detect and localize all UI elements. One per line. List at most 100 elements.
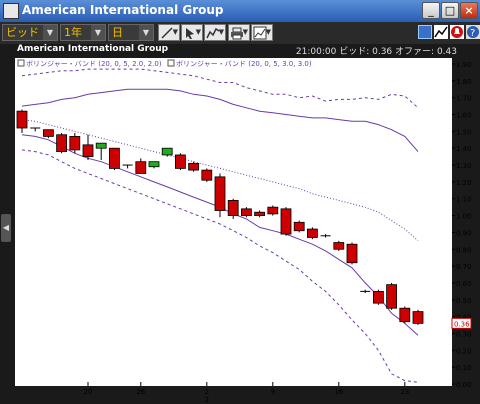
period-value: 1年 <box>64 26 82 39</box>
y-tick-label: 1.00 <box>456 213 472 221</box>
candle-body <box>306 228 318 238</box>
print-button[interactable]: ▼ <box>228 24 250 41</box>
window-titlebar: American International Group _ □ × <box>0 0 480 22</box>
price-tag-label: 0.36 <box>454 320 470 328</box>
candle-body <box>254 211 266 216</box>
period-dropdown[interactable]: 1年 ▼ <box>60 24 106 41</box>
chart-style-button[interactable]: ▼ <box>251 24 273 41</box>
chevron-down-icon: ▼ <box>265 28 271 36</box>
bid-label: ビッド <box>339 47 367 57</box>
chevron-down-icon: ▼ <box>195 28 201 36</box>
candle-body <box>201 169 213 181</box>
candle-body <box>56 134 67 152</box>
bid-value: 0.36 <box>372 47 393 57</box>
candle-body <box>399 307 411 323</box>
x-tick-label: 26 <box>136 388 145 396</box>
y-tick-label: 1.80 <box>456 78 472 86</box>
candle-body <box>267 206 279 215</box>
layout-icon[interactable] <box>418 25 432 39</box>
candle-body <box>95 142 107 149</box>
interval-value: 日 <box>112 26 123 39</box>
chevron-down-icon: ▼ <box>91 25 105 40</box>
candle-body <box>240 208 252 216</box>
chevron-down-icon: ▼ <box>218 28 224 36</box>
price-side-value: ビッド <box>6 26 39 39</box>
interval-dropdown[interactable]: 日 ▼ <box>108 24 154 41</box>
candle-body <box>372 290 384 304</box>
quote-info: 21:00:00 ビッド: 0.36 オファー: 0.43 <box>295 47 457 57</box>
y-tick-label: 1.60 <box>456 112 472 120</box>
chart-header: American International Group 21:00:00 ビッ… <box>17 44 457 57</box>
offer-value: 0.43 <box>436 47 457 57</box>
candle-body <box>174 154 186 169</box>
candle-body <box>161 147 173 156</box>
y-tick-label: 0.70 <box>456 263 472 271</box>
chart-toolbar: ビッド ▼ 1年 ▼ 日 ▼ ▼ ▼ ▼ ▼ ▼ ? <box>0 22 480 45</box>
x-tick-label: 16 <box>334 388 343 396</box>
y-tick-label: 0.30 <box>456 330 472 338</box>
candle-body <box>109 147 120 169</box>
y-tick-label: 0.50 <box>456 297 472 305</box>
y-tick-label: 0.80 <box>456 246 472 254</box>
y-tick-label: 1.30 <box>456 162 472 170</box>
y-tick-label: 1.70 <box>456 95 472 103</box>
candle-body <box>333 242 345 250</box>
legend-checkbox <box>167 59 175 67</box>
legend-entry-1: ボリンジャー・バンド (20, 0, 5, 2.0, 2.0) <box>26 60 162 68</box>
current-price-tag: 0.36 <box>451 317 472 329</box>
y-tick-label: 1.90 <box>456 61 472 69</box>
candle-body <box>214 176 226 211</box>
x-sub-label: 2 <box>205 396 209 404</box>
plot-background <box>15 58 452 386</box>
candle-body <box>16 110 28 129</box>
alert-icon[interactable] <box>450 25 464 39</box>
y-tick-label: 0.10 <box>456 364 472 372</box>
legend-entry-2: ボリンジャー・バンド (20, 0, 5, 3.0, 3.0) <box>176 60 312 68</box>
pointer-tool-button[interactable]: ▼ <box>181 24 203 41</box>
legend-checkbox <box>17 59 25 67</box>
price-chart: ボリンジャー・バンド (20, 0, 5, 2.0, 2.0) ボリンジャー・バン… <box>15 58 472 404</box>
price-side-dropdown[interactable]: ビッド ▼ <box>2 24 58 41</box>
y-tick-label: 1.10 <box>456 196 472 204</box>
y-tick-label: 1.50 <box>456 128 472 136</box>
x-tick-label: 20 <box>84 388 93 396</box>
chart-icon[interactable] <box>434 25 448 39</box>
window-title: American International Group <box>22 3 224 17</box>
chart-area: American International Group 21:00:00 ビッ… <box>0 44 480 404</box>
draw-line-button[interactable]: ▼ <box>158 24 180 41</box>
maximize-button[interactable]: □ <box>441 2 459 19</box>
help-icon[interactable]: ? <box>466 25 480 39</box>
y-tick-label: 0.60 <box>456 280 472 288</box>
y-axis: 1.90 1.80 1.70 1.60 1.50 1.40 1.30 1.20 1.10 1.00… <box>452 61 472 389</box>
candle-body <box>135 161 147 174</box>
x-tick-label: 23 <box>400 388 409 396</box>
minimize-button[interactable]: _ <box>422 2 440 19</box>
offer-label: オファー <box>395 47 432 57</box>
y-tick-label: 0.00 <box>456 381 472 389</box>
y-tick-label: 0.90 <box>456 229 472 237</box>
chevron-down-icon: ▼ <box>43 25 57 40</box>
y-tick-label: 0.20 <box>456 347 472 355</box>
indicator-button[interactable]: ▼ <box>204 24 226 41</box>
candle-body <box>386 284 398 309</box>
candle-body <box>280 208 292 235</box>
candle-body <box>346 243 358 264</box>
app-icon <box>3 3 19 19</box>
y-tick-label: 1.20 <box>456 179 472 187</box>
candle-body <box>293 221 305 232</box>
candle-body <box>43 129 54 137</box>
candle-body <box>69 136 81 151</box>
x-tick-label: 9 <box>271 388 275 396</box>
chevron-down-icon: ▼ <box>242 28 248 36</box>
chevron-down-icon: ▼ <box>172 28 178 36</box>
close-button[interactable]: × <box>460 2 478 19</box>
candle-body <box>412 311 424 324</box>
chart-symbol-name: American International Group <box>17 44 169 54</box>
candle-body <box>227 200 239 216</box>
candle-body <box>188 162 200 171</box>
quote-time: 21:00:00 <box>295 47 337 57</box>
chevron-down-icon: ▼ <box>139 25 153 40</box>
y-tick-label: 1.40 <box>456 145 472 153</box>
candle-body <box>82 144 94 158</box>
candle-body <box>148 161 160 168</box>
